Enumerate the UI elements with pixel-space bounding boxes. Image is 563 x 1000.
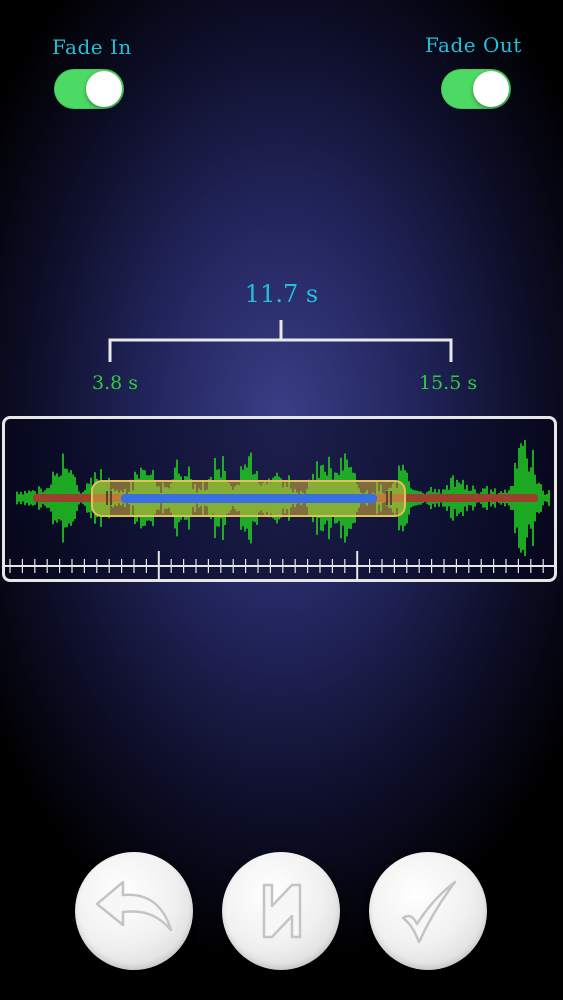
undo-arrow-icon <box>95 880 173 932</box>
selection-start-time: 3.8 s <box>92 372 139 394</box>
fade-out-toggle-knob <box>473 71 509 107</box>
fade-out-label: Fade Out <box>425 33 522 57</box>
fade-out-toggle[interactable] <box>441 69 511 109</box>
waveform-editor[interactable] <box>2 416 557 582</box>
fade-in-label: Fade In <box>52 35 132 59</box>
selected-range-bar <box>121 494 377 503</box>
fade-in-toggle[interactable] <box>54 69 124 109</box>
selection-duration: 11.7 s <box>244 280 319 308</box>
waveform <box>5 439 554 579</box>
confirm-button[interactable] <box>369 852 487 970</box>
play-button[interactable] <box>222 852 340 970</box>
selection-end-time: 15.5 s <box>419 372 478 394</box>
play-icon <box>262 883 302 939</box>
back-button[interactable] <box>75 852 193 970</box>
checkmark-icon <box>401 880 457 944</box>
selection-bracket <box>108 320 453 362</box>
fade-in-toggle-knob <box>86 71 122 107</box>
